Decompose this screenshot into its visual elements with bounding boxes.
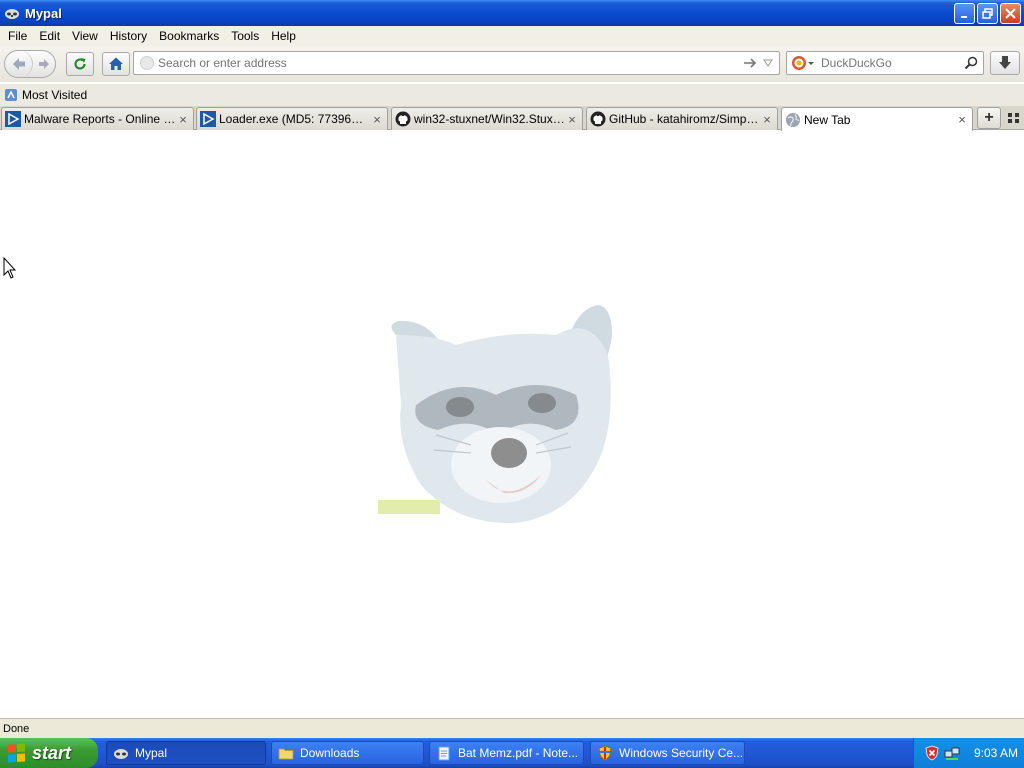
globe-icon [785, 112, 801, 128]
notepad-icon [436, 745, 452, 761]
taskbar-item-notepad[interactable]: Bat Memz.pdf - Note... [429, 741, 584, 765]
smart-bookmark-icon [5, 89, 17, 101]
status-text: Done [3, 722, 30, 735]
github-icon [590, 111, 606, 127]
menu-bookmarks[interactable]: Bookmarks [153, 29, 225, 43]
home-button[interactable] [102, 52, 130, 76]
tab-new-tab[interactable]: New Tab × [781, 107, 973, 131]
task-label: Bat Memz.pdf - Note... [458, 746, 579, 760]
restore-button[interactable] [977, 3, 998, 24]
search-bar[interactable] [786, 51, 984, 75]
back-arrow-icon [12, 58, 25, 70]
history-dropdown-button[interactable] [763, 59, 773, 67]
list-all-tabs-button[interactable] [1005, 110, 1021, 126]
tab-strip: Malware Reports - Online Mal... × Loader… [0, 106, 1024, 131]
back-button[interactable] [5, 50, 33, 78]
reload-icon [74, 58, 86, 70]
bookmark-label: Most Visited [22, 88, 88, 102]
close-icon [1005, 8, 1016, 19]
go-button[interactable] [743, 56, 757, 70]
taskbar-item-security-center[interactable]: Windows Security Ce... [590, 741, 745, 765]
system-tray: 9:03 AM [913, 738, 1024, 768]
menu-file[interactable]: File [2, 29, 33, 43]
tab-malware-reports[interactable]: Malware Reports - Online Mal... × [1, 107, 194, 130]
shield-icon [597, 745, 613, 761]
identity-globe-icon [140, 56, 154, 70]
navigation-toolbar [0, 46, 1024, 82]
menu-bar: File Edit View History Bookmarks Tools H… [0, 26, 1024, 46]
github-icon [395, 111, 411, 127]
folder-icon [278, 745, 294, 761]
play-logo-icon [5, 111, 21, 127]
duckduckgo-icon [792, 56, 806, 70]
taskbar-item-downloads[interactable]: Downloads [271, 741, 424, 765]
mypal-icon [113, 745, 129, 761]
reload-button[interactable] [66, 52, 94, 76]
clock: 9:03 AM [974, 746, 1019, 760]
task-label: Windows Security Ce... [619, 746, 744, 760]
address-input[interactable] [158, 56, 743, 70]
go-arrow-icon [744, 58, 757, 68]
page-content[interactable] [0, 131, 1024, 718]
search-input[interactable] [821, 56, 964, 70]
close-button[interactable] [1000, 3, 1021, 24]
dropdown-triangle-icon [763, 59, 773, 67]
tab-close-button[interactable]: × [565, 112, 579, 127]
address-bar[interactable] [133, 51, 780, 75]
forward-button[interactable] [33, 51, 55, 77]
home-icon [109, 57, 123, 70]
bookmark-most-visited[interactable]: Most Visited [4, 88, 87, 102]
downloads-button[interactable] [990, 51, 1020, 75]
menu-edit[interactable]: Edit [33, 29, 66, 43]
taskbar: start Mypal Downloads Bat Memz.pdf - Not… [0, 738, 1024, 768]
bookmarks-toolbar: Most Visited [0, 84, 1024, 106]
forward-arrow-icon [39, 59, 49, 69]
tab-close-button[interactable]: × [176, 112, 190, 127]
taskbar-item-mypal[interactable]: Mypal [106, 741, 266, 765]
search-go-button[interactable] [964, 56, 978, 70]
download-arrow-icon [999, 56, 1011, 69]
status-bar: Done [0, 718, 1024, 738]
tab-stuxnet[interactable]: win32-stuxnet/Win32.Stuxne... × [391, 107, 583, 130]
task-label: Downloads [300, 746, 360, 760]
task-label: Mypal [135, 746, 168, 760]
tab-label: Loader.exe (MD5: 77396CCF... [219, 112, 370, 126]
windows-logo-icon [8, 743, 26, 763]
tab-close-button[interactable]: × [955, 112, 969, 127]
tab-label: win32-stuxnet/Win32.Stuxne... [414, 112, 565, 126]
network-icon[interactable] [944, 745, 960, 761]
back-forward-group [4, 50, 56, 78]
tab-loader-exe[interactable]: Loader.exe (MD5: 77396CCF... × [196, 107, 388, 130]
menu-view[interactable]: View [66, 29, 104, 43]
new-tab-button[interactable]: + [977, 107, 1001, 129]
tab-close-button[interactable]: × [760, 112, 774, 127]
raccoon-logo-image [376, 295, 622, 525]
menu-history[interactable]: History [104, 29, 153, 43]
tab-close-button[interactable]: × [370, 112, 384, 127]
search-icon [964, 56, 978, 70]
window-title: Mypal [25, 5, 62, 21]
mouse-cursor [3, 256, 17, 282]
menu-help[interactable]: Help [265, 29, 302, 43]
tab-label: GitHub - katahiromz/SimpleBr... [609, 112, 760, 126]
tab-github-simplebrowser[interactable]: GitHub - katahiromz/SimpleBr... × [586, 107, 778, 130]
tab-label: Malware Reports - Online Mal... [24, 112, 176, 126]
start-button[interactable]: start [0, 738, 98, 768]
menu-tools[interactable]: Tools [225, 29, 265, 43]
restore-icon [982, 8, 993, 19]
title-bar[interactable]: Mypal [0, 0, 1024, 26]
plus-icon: + [984, 109, 994, 126]
start-label: start [32, 742, 72, 763]
chevron-down-icon [808, 62, 814, 65]
security-alert-icon[interactable] [924, 745, 940, 761]
mypal-icon [4, 5, 20, 21]
tab-label: New Tab [804, 112, 851, 127]
minimize-icon [960, 15, 967, 18]
play-logo-icon [200, 111, 216, 127]
minimize-button[interactable] [954, 3, 975, 24]
search-engine-button[interactable] [791, 55, 815, 71]
